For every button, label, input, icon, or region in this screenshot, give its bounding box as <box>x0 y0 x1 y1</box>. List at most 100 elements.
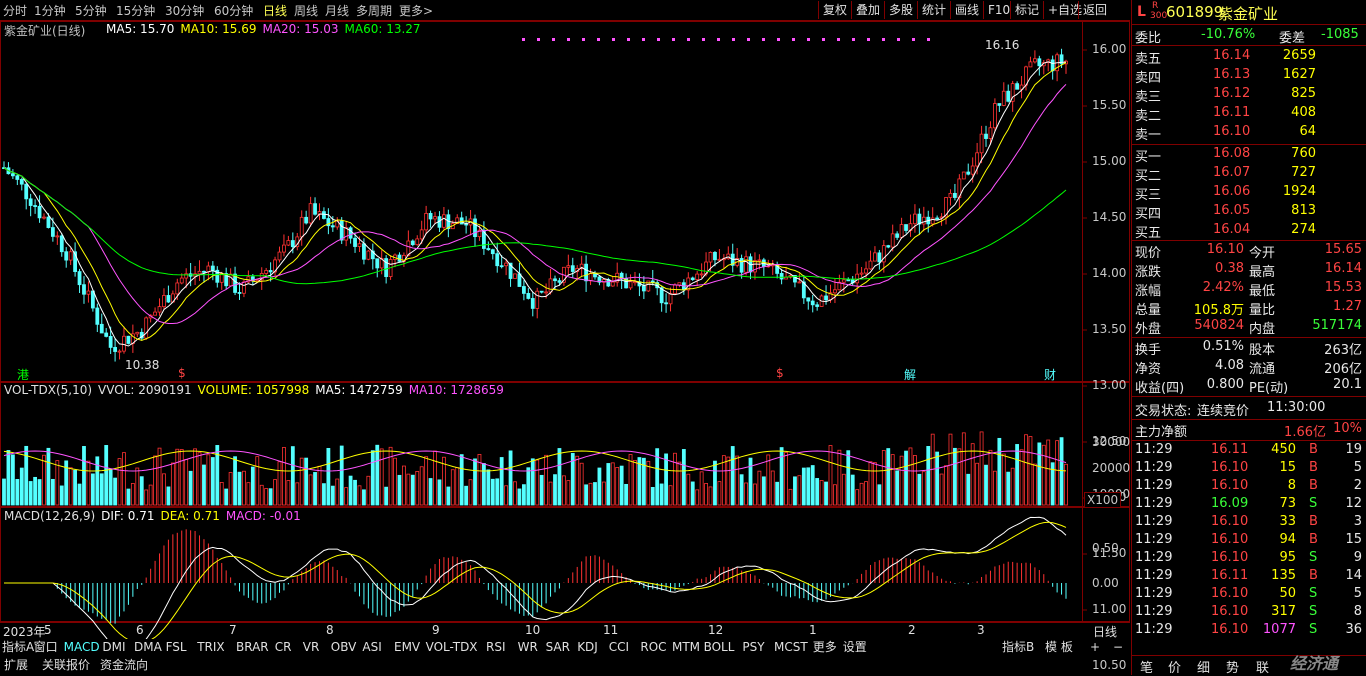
axis-tick-label: 15.50 <box>1092 98 1127 112</box>
indicator-tab-11[interactable]: ASI <box>362 639 381 656</box>
toolbar-button-6[interactable]: 标记 <box>1010 1 1043 19</box>
indicator-tab-9[interactable]: VR <box>303 639 320 656</box>
indicator-tab-19[interactable]: ROC <box>640 639 666 656</box>
indicator-tab-16[interactable]: SAR <box>546 639 570 656</box>
candle-body <box>868 260 873 270</box>
indicator-right-tab-2[interactable]: + <box>1090 639 1100 656</box>
toolbar-button-3[interactable]: 统计 <box>917 1 950 19</box>
volume-bar <box>677 461 682 506</box>
toolbar-button-1[interactable]: 叠加 <box>851 1 884 19</box>
signal-dot <box>672 38 675 41</box>
indicator-right-tab-1[interactable]: 模 板 <box>1045 639 1073 656</box>
signal-dot <box>642 38 645 41</box>
volume-bar <box>646 460 651 506</box>
indicator-right-tab-3[interactable]: − <box>1113 639 1123 656</box>
indicator-tab-10[interactable]: OBV <box>331 639 357 656</box>
toolbar-button-0[interactable]: 复权 <box>818 1 851 19</box>
candle-body <box>290 240 295 248</box>
indicator-tab-23[interactable]: MCST <box>774 639 808 656</box>
period-6[interactable]: 日线 <box>263 2 287 19</box>
bid-price: 16.08 <box>1213 146 1251 161</box>
indicator-tab-7[interactable]: BRAR <box>236 639 269 656</box>
tick-volume: 450 <box>1271 442 1296 457</box>
indicator-tab-12[interactable]: EMV <box>394 639 420 656</box>
volume-bar <box>486 469 491 506</box>
indicator-tab-17[interactable]: KDJ <box>577 639 598 656</box>
signal-dot <box>792 38 795 41</box>
indicator-tab-22[interactable]: PSY <box>742 639 764 656</box>
tick-count: 36 <box>1345 622 1362 637</box>
candle-body <box>899 224 904 238</box>
candle-body <box>179 277 184 284</box>
ask-price: 16.12 <box>1213 86 1251 101</box>
indicator-tab-13[interactable]: VOL-TDX <box>426 639 478 656</box>
volume-bar <box>650 486 655 506</box>
bottom-tab-0[interactable]: 扩展 <box>4 657 28 674</box>
bid-row: 买五 16.04 274 <box>1131 221 1366 241</box>
period-5[interactable]: 60分钟 <box>214 2 253 19</box>
time-label: 1 <box>809 623 817 637</box>
bid-label: 买四 <box>1135 207 1162 222</box>
candle-body <box>864 268 868 274</box>
indicator-tab-3[interactable]: DMI <box>102 639 125 656</box>
indicator-tab-4[interactable]: DMA <box>134 639 162 656</box>
candle-body <box>242 281 246 294</box>
candle-body <box>42 216 46 219</box>
bottom-tab-1[interactable]: 关联报价 <box>42 657 90 674</box>
time-label: 11 <box>603 623 619 637</box>
bid-row: 买三 16.06 1924 <box>1131 183 1366 203</box>
indicator-tab-21[interactable]: BOLL <box>704 639 735 656</box>
candle-body <box>486 248 491 251</box>
indicator-tab-6[interactable]: TRIX <box>197 639 224 656</box>
period-3[interactable]: 15分钟 <box>116 2 155 19</box>
candle-body <box>473 218 477 238</box>
volume-bar <box>757 470 762 506</box>
candle-body <box>28 198 33 206</box>
period-9[interactable]: 多周期 <box>356 2 392 19</box>
indicator-tab-8[interactable]: CR <box>275 639 292 656</box>
candle-body <box>339 220 344 241</box>
indicator-tab-18[interactable]: CCI <box>609 639 629 656</box>
tick-price: 16.10 <box>1211 622 1249 637</box>
period-1[interactable]: 1分钟 <box>34 2 66 19</box>
candle-body <box>517 273 522 287</box>
indicator-tab-2[interactable]: MACD <box>64 639 100 656</box>
indicator-tab-25[interactable]: 设置 <box>843 639 867 656</box>
right-bottom-tab-2[interactable]: 细 <box>1197 657 1210 676</box>
toolbar-button-8[interactable]: 返回 <box>1078 1 1111 19</box>
candle-body <box>86 290 91 295</box>
toolbar-button-4[interactable]: 画线 <box>950 1 983 19</box>
volume-bar <box>295 482 300 506</box>
volume-bar <box>557 448 562 506</box>
indicator-right-tab-0[interactable]: 指标B <box>1002 639 1034 656</box>
indicator-tab-5[interactable]: FSL <box>166 639 187 656</box>
volume-bar <box>104 445 109 506</box>
indicator-tab-15[interactable]: WR <box>518 639 538 656</box>
period-0[interactable]: 分时 <box>3 2 27 19</box>
indicator-tab-0[interactable]: 指标A <box>2 639 34 656</box>
legend-item: DEA: 0.71 <box>160 509 220 523</box>
period-7[interactable]: 周线 <box>294 2 318 19</box>
toolbar-button-2[interactable]: 多股 <box>884 1 917 19</box>
volume-bar <box>384 486 389 506</box>
legend-item: VVOL: 2090191 <box>98 383 192 397</box>
right-bottom-tab-0[interactable]: 笔 <box>1140 657 1153 676</box>
right-bottom-tab-1[interactable]: 价 <box>1168 657 1181 676</box>
indicator-tab-20[interactable]: MTM <box>672 639 700 656</box>
volume-bar <box>224 488 229 506</box>
chart-area[interactable] <box>0 21 1130 639</box>
bottom-tab-2[interactable]: 资金流向 <box>100 657 148 674</box>
indicator-tab-14[interactable]: RSI <box>486 639 506 656</box>
right-bottom-tab-3[interactable]: 势 <box>1226 657 1239 676</box>
separator <box>1131 396 1366 397</box>
indicator-tab-24[interactable]: 更多 <box>813 639 837 656</box>
right-bottom-tab-4[interactable]: 联 <box>1256 657 1269 676</box>
period-2[interactable]: 5分钟 <box>75 2 107 19</box>
period-10[interactable]: 更多> <box>399 2 433 19</box>
period-4[interactable]: 30分钟 <box>165 2 204 19</box>
volume-bar <box>593 482 597 506</box>
indicator-tab-1[interactable]: 窗口 <box>34 639 58 656</box>
candle-body <box>1001 90 1006 106</box>
volume-bar <box>317 465 322 506</box>
period-8[interactable]: 月线 <box>325 2 349 19</box>
